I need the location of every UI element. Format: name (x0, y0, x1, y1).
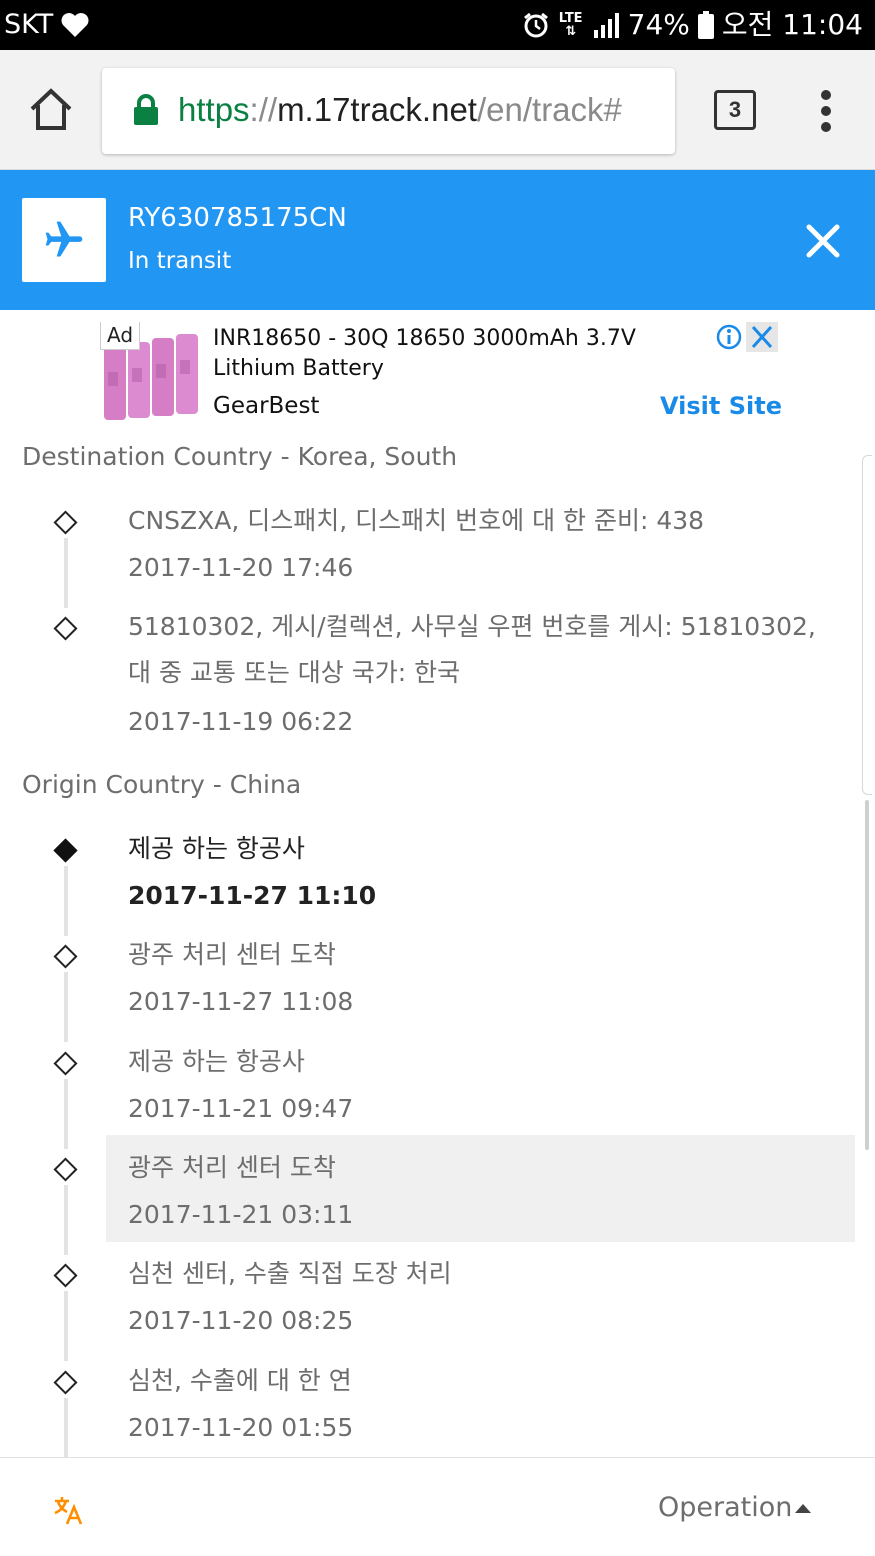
lte-arrows: ⇅ (565, 24, 577, 39)
event-time: 2017-11-19 06:22 (128, 707, 354, 736)
destination-country-title: Destination Country - Korea, South (22, 442, 458, 471)
timeline-marker-icon (53, 510, 78, 535)
url-host: m.17track.net (277, 91, 477, 128)
tab-switcher-button[interactable]: 3 (714, 90, 756, 130)
timeline-connector (64, 866, 68, 936)
timeline-marker-icon (53, 1051, 78, 1076)
url-bar[interactable]: https://m.17track.net/en/track# (102, 68, 675, 154)
timeline-current-marker-icon (53, 838, 78, 863)
event-time: 2017-11-21 09:47 (128, 1094, 354, 1123)
status-indicators: LTE ⇅ 74% 오전 11:04 (522, 8, 863, 42)
ad-title[interactable]: INR18650 - 30Q 18650 3000mAh 3.7V Lithiu… (213, 324, 713, 384)
status-bar: SKT LTE ⇅ 74% 오전 11:04 (0, 0, 875, 50)
tracking-status: In transit (128, 248, 232, 274)
tracking-number: RY630785175CN (128, 203, 347, 233)
event-time: 2017-11-20 08:25 (128, 1306, 354, 1335)
timeline-marker-icon (53, 1263, 78, 1288)
event-description: 제공 하는 항공사 (128, 834, 305, 863)
timeline-connector (64, 538, 68, 608)
ad-badge: Ad (100, 322, 140, 350)
event-description: 심천, 수출에 대 한 연 (128, 1366, 352, 1395)
ad-close-icon[interactable] (746, 322, 778, 352)
timeline-connector (64, 1079, 68, 1149)
timeline-marker-icon (53, 1370, 78, 1395)
timeline-connector (64, 972, 68, 1042)
scrollbar-thumb[interactable] (865, 800, 869, 1150)
event-time: 2017-11-27 11:10 (128, 881, 377, 910)
timeline-marker-icon (53, 944, 78, 969)
browser-toolbar: https://m.17track.net/en/track# 3 (0, 50, 875, 170)
url-text: https://m.17track.net/en/track# (178, 88, 622, 132)
carrier-type-badge (22, 198, 106, 282)
translate-icon[interactable] (52, 1494, 84, 1526)
ad-info-icon[interactable] (712, 322, 746, 352)
caret-up-icon[interactable] (795, 1504, 811, 1513)
overflow-menu-icon[interactable] (812, 90, 840, 132)
battery-percent: 74% (627, 8, 690, 41)
event-description: CNSZXA, 디스패치, 디스패치 번호에 대 한 준비: 438 (128, 506, 705, 535)
lte-icon: LTE ⇅ (558, 12, 584, 38)
battery-icon (697, 11, 714, 39)
home-icon[interactable] (26, 85, 76, 135)
ad-banner[interactable]: Ad INR18650 - 30Q 18650 3000mAh 3.7V Lit… (0, 310, 875, 430)
event-description: 51810302, 게시/컬렉션, 사무실 우편 번호를 게시: 5181030… (128, 612, 816, 687)
timeline-connector (64, 1398, 68, 1458)
event-time: 2017-11-20 17:46 (128, 553, 354, 582)
event-time: 2017-11-21 03:11 (128, 1200, 354, 1229)
operation-button[interactable]: Operation (658, 1488, 792, 1528)
event-time: 2017-11-20 01:55 (128, 1413, 354, 1442)
alarm-icon (523, 12, 548, 38)
event-time: 2017-11-27 11:08 (128, 987, 354, 1016)
carrier-label: SKT (4, 9, 54, 40)
airplane-icon (45, 221, 83, 257)
url-scheme: https (178, 91, 250, 128)
tracking-header: RY630785175CN In transit (0, 170, 875, 310)
event-description: 심천 센터, 수출 직접 도장 처리 (128, 1259, 452, 1288)
heart-icon (61, 13, 89, 38)
close-icon[interactable] (804, 222, 842, 260)
ad-advertiser: GearBest (213, 393, 320, 419)
origin-country-title: Origin Country - China (22, 770, 302, 799)
clock: 오전 11:04 (721, 8, 863, 41)
bottom-bar: Operation (0, 1457, 875, 1556)
url-separator: :// (249, 91, 278, 128)
timeline-connector (64, 1185, 68, 1255)
event-description: 광주 처리 센터 도착 (128, 1153, 336, 1182)
visit-site-link[interactable]: Visit Site (660, 390, 782, 422)
scroll-track[interactable] (862, 455, 872, 795)
lock-icon (134, 94, 158, 125)
timeline-marker-icon (53, 1157, 78, 1182)
event-description: 제공 하는 항공사 (128, 1047, 305, 1076)
url-path: /en/track# (476, 91, 622, 128)
timeline-connector (64, 1291, 68, 1361)
timeline-marker-icon (53, 616, 78, 641)
signal-icon (593, 13, 619, 38)
event-description: 광주 처리 센터 도착 (128, 940, 336, 969)
